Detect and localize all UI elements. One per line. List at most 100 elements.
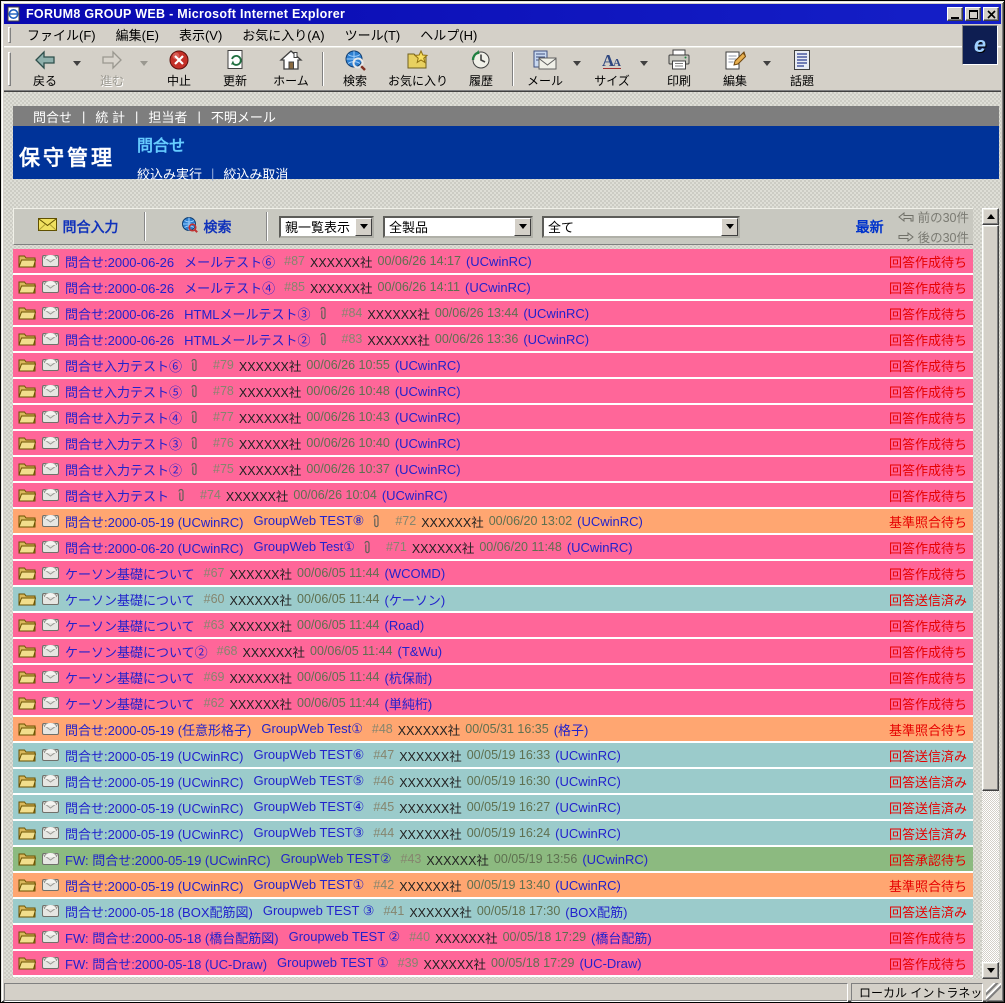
inquiry-row[interactable]: ケーソン基礎について #69 XXXXXX社 00/06/05 11:44 (杭… <box>13 665 973 691</box>
product-link[interactable]: (BOX配筋) <box>565 902 627 921</box>
inquiry-subject-link[interactable]: GroupWeb TEST② <box>281 851 392 867</box>
next-30-button[interactable]: 後の30件 <box>898 227 969 246</box>
product-link[interactable]: (単純桁) <box>385 694 433 713</box>
inquiry-title-link[interactable]: ケーソン基礎について <box>65 616 195 635</box>
product-link[interactable]: (Road) <box>385 618 425 633</box>
inquiry-row[interactable]: 問合せ:2000-06-26 HTMLメールテスト② #83 XXXXXX社 0… <box>13 327 973 353</box>
inquiry-title-link[interactable]: ケーソン基礎について <box>65 694 195 713</box>
inquiry-row[interactable]: 問合せ:2000-05-19 (任意形格子) GroupWeb Test① #4… <box>13 717 973 743</box>
toolbar-button-stop[interactable]: 中止 <box>151 48 207 91</box>
inquiry-title-link[interactable]: 問合せ:2000-05-19 (UCwinRC) <box>65 876 243 895</box>
nav-tab-2[interactable]: 担当者 <box>138 107 197 126</box>
inquiry-input-button[interactable]: 問合入力 <box>14 217 142 237</box>
inquiry-title-link[interactable]: FW: 問合せ:2000-05-18 (UC-Draw) <box>65 954 267 973</box>
toolbar-button-mail[interactable]: メール <box>517 48 573 91</box>
inquiry-subject-link[interactable]: GroupWeb TEST④ <box>253 799 364 815</box>
inquiry-row[interactable]: 問合せ入力テスト④ #77 XXXXXX社 00/06/26 10:43 (UC… <box>13 405 973 431</box>
inquiry-row[interactable]: FW: 問合せ:2000-05-18 (UC-Draw) Groupweb TE… <box>13 951 973 977</box>
product-link[interactable]: (UCwinRC) <box>395 384 461 399</box>
inquiry-row[interactable]: FW: 問合せ:2000-05-19 (UCwinRC) GroupWeb TE… <box>13 847 973 873</box>
product-link[interactable]: (橋台配筋) <box>591 928 652 947</box>
inquiry-row[interactable]: 問合せ:2000-06-26 メールテスト⑥ #87 XXXXXX社 00/06… <box>13 249 973 275</box>
product-link[interactable]: (杭保耐) <box>385 668 433 687</box>
scroll-up-button[interactable] <box>982 208 999 225</box>
product-link[interactable]: (UCwinRC) <box>395 410 461 425</box>
inquiry-title-link[interactable]: ケーソン基礎について② <box>65 642 208 661</box>
inquiry-title-link[interactable]: 問合せ入力テスト④ <box>65 408 182 427</box>
inquiry-row[interactable]: ケーソン基礎について #60 XXXXXX社 00/06/05 11:44 (ケ… <box>13 587 973 613</box>
inquiry-row[interactable]: 問合せ入力テスト③ #76 XXXXXX社 00/06/26 10:40 (UC… <box>13 431 973 457</box>
toolbar-button-search[interactable]: 検索 <box>327 48 383 91</box>
inquiry-row[interactable]: 問合せ:2000-05-18 (BOX配筋図) Groupweb TEST ③ … <box>13 899 973 925</box>
product-link[interactable]: (UCwinRC) <box>523 306 589 321</box>
inquiry-subject-link[interactable]: Groupweb TEST ① <box>277 955 389 971</box>
inquiry-title-link[interactable]: 問合せ:2000-06-26 <box>65 304 174 323</box>
product-link[interactable]: (UCwinRC) <box>555 774 621 789</box>
inquiry-subject-link[interactable]: GroupWeb TEST① <box>253 877 364 893</box>
inquiry-row[interactable]: 問合せ:2000-05-19 (UCwinRC) GroupWeb TEST① … <box>13 873 973 899</box>
toolbar-button-history[interactable]: 履歴 <box>453 48 509 91</box>
inquiry-row[interactable]: 問合せ:2000-06-26 HTMLメールテスト③ #84 XXXXXX社 0… <box>13 301 973 327</box>
product-link[interactable]: (UCwinRC) <box>567 540 633 555</box>
inquiry-title-link[interactable]: ケーソン基礎について <box>65 668 195 687</box>
minimize-button[interactable] <box>947 7 963 21</box>
inquiry-row[interactable]: ケーソン基礎について #62 XXXXXX社 00/06/05 11:44 (単… <box>13 691 973 717</box>
inquiry-row[interactable]: 問合せ:2000-05-19 (UCwinRC) GroupWeb TEST③ … <box>13 821 973 847</box>
toolbar-button-favorites[interactable]: お気に入り <box>383 48 453 91</box>
toolbar-button-print[interactable]: 印刷 <box>651 48 707 91</box>
inquiry-title-link[interactable]: 問合せ:2000-06-26 <box>65 330 174 349</box>
inquiry-subject-link[interactable]: メールテスト④ <box>184 278 275 297</box>
inquiry-title-link[interactable]: 問合せ:2000-05-19 (UCwinRC) <box>65 798 243 817</box>
inquiry-row[interactable]: FW: 問合せ:2000-05-18 (橋台配筋図) Groupweb TEST… <box>13 925 973 951</box>
inquiry-subject-link[interactable]: Groupweb TEST ② <box>289 929 401 945</box>
inquiry-title-link[interactable]: 問合せ入力テスト⑤ <box>65 382 182 401</box>
inquiry-row[interactable]: 問合せ:2000-05-19 (UCwinRC) GroupWeb TEST⑤ … <box>13 769 973 795</box>
nav-tab-1[interactable]: 統 計 <box>85 107 135 126</box>
inquiry-title-link[interactable]: 問合せ:2000-06-26 <box>65 278 174 297</box>
product-link[interactable]: (UCwinRC) <box>555 826 621 841</box>
inquiry-subject-link[interactable]: GroupWeb TEST⑥ <box>253 747 364 763</box>
menu-item[interactable]: ファイル(F) <box>17 25 106 46</box>
inquiry-title-link[interactable]: 問合せ:2000-05-19 (UCwinRC) <box>65 772 243 791</box>
latest-link[interactable]: 最新 <box>856 217 884 237</box>
inquiry-title-link[interactable]: ケーソン基礎について <box>65 590 195 609</box>
toolbar-button-home[interactable]: ホーム <box>263 48 319 91</box>
inquiry-row[interactable]: ケーソン基礎について② #68 XXXXXX社 00/06/05 11:44 (… <box>13 639 973 665</box>
inquiry-subject-link[interactable]: Groupweb TEST ③ <box>263 903 375 919</box>
nav-tab-3[interactable]: 不明メール <box>201 107 286 126</box>
chevron-down-icon[interactable] <box>73 61 81 66</box>
toolbar-button-edit[interactable]: 編集 <box>707 48 763 91</box>
inquiry-subject-link[interactable]: HTMLメールテスト② <box>184 330 310 349</box>
product-link[interactable]: (T&Wu) <box>398 644 443 659</box>
inquiry-title-link[interactable]: FW: 問合せ:2000-05-19 (UCwinRC) <box>65 850 271 869</box>
inquiry-row[interactable]: 問合せ入力テスト② #75 XXXXXX社 00/06/26 10:37 (UC… <box>13 457 973 483</box>
chevron-down-icon[interactable] <box>573 61 581 66</box>
vertical-scrollbar[interactable] <box>982 208 999 979</box>
product-link[interactable]: (WCOMD) <box>385 566 446 581</box>
inquiry-title-link[interactable]: 問合せ入力テスト <box>65 486 169 505</box>
filter-select-1[interactable]: 全製品 <box>383 216 533 238</box>
inquiry-title-link[interactable]: 問合せ:2000-05-18 (BOX配筋図) <box>65 902 253 921</box>
close-button[interactable] <box>983 7 999 21</box>
chevron-down-icon[interactable] <box>640 61 648 66</box>
inquiry-title-link[interactable]: FW: 問合せ:2000-05-18 (橋台配筋図) <box>65 928 279 947</box>
menu-item[interactable]: 表示(V) <box>169 25 232 46</box>
chevron-down-icon[interactable] <box>140 61 148 66</box>
product-link[interactable]: (UCwinRC) <box>555 878 621 893</box>
toolbar-button-size[interactable]: AAサイズ <box>584 48 640 91</box>
inquiry-row[interactable]: ケーソン基礎について #67 XXXXXX社 00/06/05 11:44 (W… <box>13 561 973 587</box>
title-bar[interactable]: FORUM8 GROUP WEB - Microsoft Internet Ex… <box>4 4 1001 24</box>
inquiry-title-link[interactable]: 問合せ入力テスト⑥ <box>65 356 182 375</box>
select-dropdown-button[interactable] <box>721 218 738 236</box>
inquiry-title-link[interactable]: ケーソン基礎について <box>65 564 195 583</box>
inquiry-row[interactable]: 問合せ入力テスト #74 XXXXXX社 00/06/26 10:04 (UCw… <box>13 483 973 509</box>
inquiry-row[interactable]: 問合せ:2000-06-26 メールテスト④ #85 XXXXXX社 00/06… <box>13 275 973 301</box>
menu-item[interactable]: ヘルプ(H) <box>410 25 487 46</box>
product-link[interactable]: (UCwinRC) <box>395 462 461 477</box>
inquiry-subject-link[interactable]: GroupWeb TEST⑤ <box>253 773 364 789</box>
product-link[interactable]: (UCwinRC) <box>465 280 531 295</box>
scroll-down-button[interactable] <box>982 962 999 979</box>
product-link[interactable]: (UCwinRC) <box>382 488 448 503</box>
inquiry-title-link[interactable]: 問合せ入力テスト③ <box>65 434 182 453</box>
maximize-button[interactable] <box>965 7 981 21</box>
